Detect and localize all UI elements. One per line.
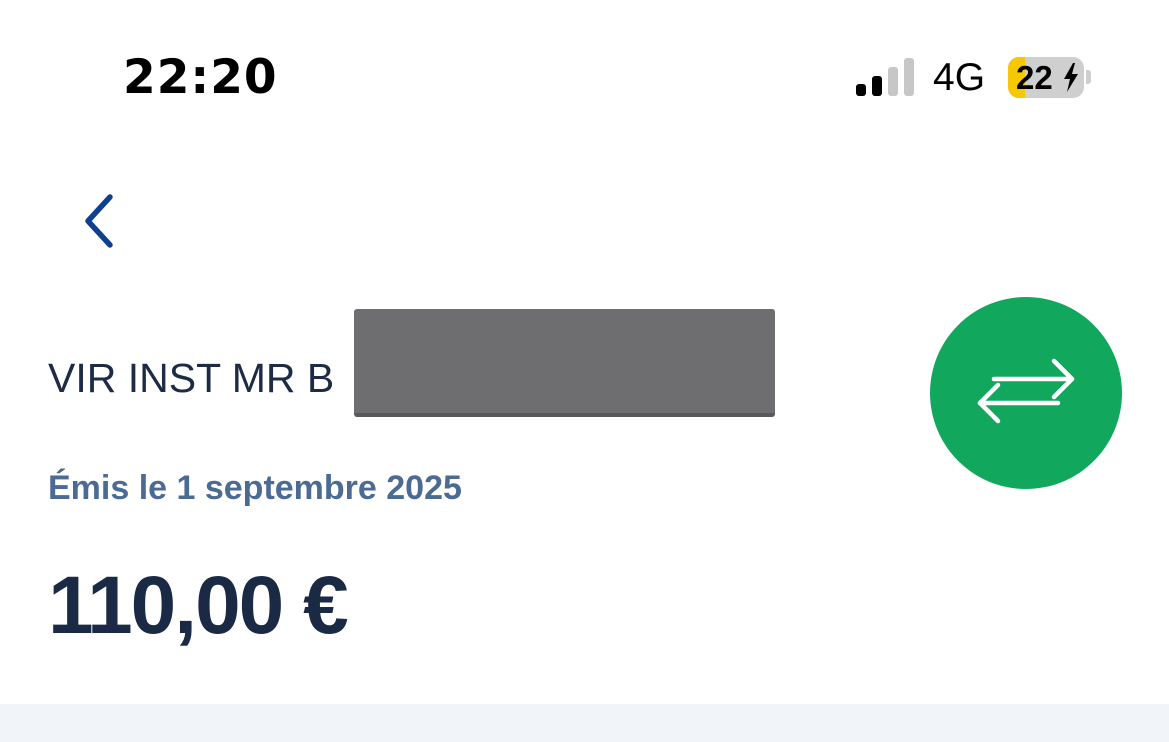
- battery-percentage: 22: [1016, 59, 1053, 96]
- back-button[interactable]: [70, 185, 130, 255]
- battery-icon: 22: [1008, 57, 1084, 98]
- transfer-type-badge: [930, 297, 1122, 489]
- charging-bolt-icon: [1064, 63, 1078, 92]
- transaction-amount: 110,00 €: [48, 560, 349, 651]
- signal-bar: [904, 58, 914, 96]
- issue-date: Émis le 1 septembre 2025: [48, 469, 462, 507]
- status-time: 22:20: [123, 50, 278, 105]
- chevron-left-icon: [85, 194, 113, 248]
- transaction-label: VIR INST MR B: [48, 355, 335, 401]
- signal-bar: [872, 76, 882, 96]
- status-bar: 22:20 4G 22: [0, 0, 1169, 150]
- bottom-section-background: [0, 704, 1169, 742]
- transfer-arrows-icon: [977, 358, 1075, 424]
- cellular-signal-icon: [856, 58, 914, 96]
- network-type: 4G: [933, 56, 986, 99]
- battery-cap: [1086, 70, 1091, 84]
- signal-bar: [888, 67, 898, 96]
- signal-bar: [856, 84, 866, 96]
- redaction-overlay: [354, 309, 775, 417]
